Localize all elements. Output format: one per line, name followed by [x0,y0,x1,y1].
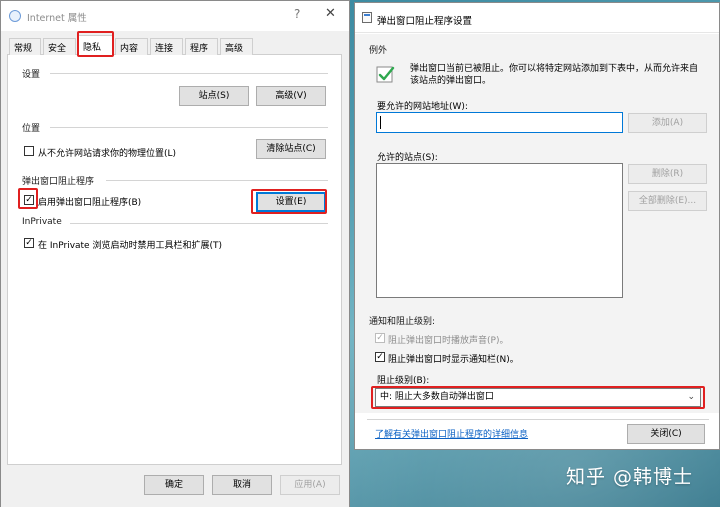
tab-content[interactable]: 内容 [115,38,148,55]
learn-more-link[interactable]: 了解有关弹出窗口阻止程序的详细信息 [375,427,528,440]
address-label: 要允许的网站地址(W): [377,102,468,112]
group-settings-label: 设置 [22,70,41,80]
globe-icon [9,10,21,22]
group-notify-label: 通知和阻止级别: [369,317,436,327]
location-checkbox[interactable] [24,146,34,156]
tab-privacy[interactable]: 隐私 [78,35,113,56]
dialog-footer: 确定 取消 应用(A) [1,467,349,507]
help-icon[interactable]: ? [294,7,300,21]
divider [106,180,328,181]
privacy-panel: 设置 站点(S) 高级(V) 位置 从不允许网站请求你的物理位置(L) 清除站点… [7,55,342,465]
block-level-select[interactable]: 中: 阻止大多数自动弹出窗口 ⌄ [375,388,701,407]
close-icon[interactable]: ✕ [325,6,336,21]
notify-bar-checkbox-label: 阻止弹出窗口时显示通知栏(N)。 [388,355,519,365]
cancel-button[interactable]: 取消 [212,475,272,495]
title-bar: Internet 属性 ? ✕ [1,1,349,31]
window-title: 弹出窗口阻止程序设置 [377,16,473,27]
text-caret [380,116,381,129]
divider [70,223,328,224]
window-title: Internet 属性 [27,13,87,24]
popup-blocker-settings-window: 弹出窗口阻止程序设置 例外 弹出窗口当前已被阻止。你可以将特定网站添加到下表中，… [354,2,720,450]
notify-bar-checkbox[interactable]: ✓ [375,352,385,362]
shield-check-icon [376,66,395,83]
clear-sites-button[interactable]: 清除站点(C) [256,139,326,159]
internet-options-window: Internet 属性 ? ✕ 常规 安全 隐私 内容 连接 程序 高级 设置 … [0,0,350,507]
window-icon [362,12,372,23]
watermark-text: 知乎 @韩博士 [566,466,694,488]
ok-button[interactable]: 确定 [144,475,204,495]
title-bar: 弹出窗口阻止程序设置 [355,3,719,33]
popup-blocker-checkbox-label: 启用弹出窗口阻止程序(B) [38,198,142,208]
tab-programs[interactable]: 程序 [185,38,218,55]
tab-connections[interactable]: 连接 [150,38,183,55]
group-exceptions-label: 例外 [369,46,388,56]
add-button[interactable]: 添加(A) [628,113,707,133]
allowed-sites-list[interactable] [376,163,623,298]
sound-checkbox-label: 阻止弹出窗口时播放声音(P)。 [388,336,509,346]
tab-advanced[interactable]: 高级 [220,38,253,55]
popup-blocker-checkbox[interactable]: ✓ [24,195,34,205]
apply-button[interactable]: 应用(A) [280,475,340,495]
advanced-button[interactable]: 高级(V) [256,86,326,106]
block-level-label: 阻止级别(B): [377,376,430,386]
inprivate-checkbox-label: 在 InPrivate 浏览启动时禁用工具栏和扩展(T) [38,241,222,251]
notification-section: 通知和阻止级别: ✓ 阻止弹出窗口时播放声音(P)。 ✓ 阻止弹出窗口时显示通知… [355,311,719,413]
block-level-value: 中: 阻止大多数自动弹出窗口 [380,392,494,402]
location-checkbox-label: 从不允许网站请求你的物理位置(L) [38,149,177,159]
allowed-sites-label: 允许的站点(S): [377,153,438,163]
inprivate-checkbox[interactable]: ✓ [24,238,34,248]
exceptions-description-line2: 该站点的弹出窗口。 [410,76,492,86]
chevron-down-icon: ⌄ [687,392,695,402]
tab-bar: 常规 安全 隐私 内容 连接 程序 高级 [7,35,342,56]
divider [50,127,328,128]
sound-checkbox[interactable]: ✓ [375,333,385,343]
group-location-label: 位置 [22,124,41,134]
tab-security[interactable]: 安全 [43,38,76,55]
popup-settings-button[interactable]: 设置(E) [256,192,326,212]
tab-general[interactable]: 常规 [9,38,41,55]
remove-all-button[interactable]: 全部删除(E)... [628,191,707,211]
exceptions-section: 例外 弹出窗口当前已被阻止。你可以将特定网站添加到下表中，从而允许来自 该站点的… [355,34,719,311]
sites-button[interactable]: 站点(S) [179,86,249,106]
close-button[interactable]: 关闭(C) [627,424,705,444]
remove-button[interactable]: 删除(R) [628,164,707,184]
divider [367,419,709,420]
address-input[interactable] [376,112,623,133]
group-inprivate-label: InPrivate [22,217,62,227]
group-popup-blocker-label: 弹出窗口阻止程序 [22,177,95,187]
divider [50,73,328,74]
